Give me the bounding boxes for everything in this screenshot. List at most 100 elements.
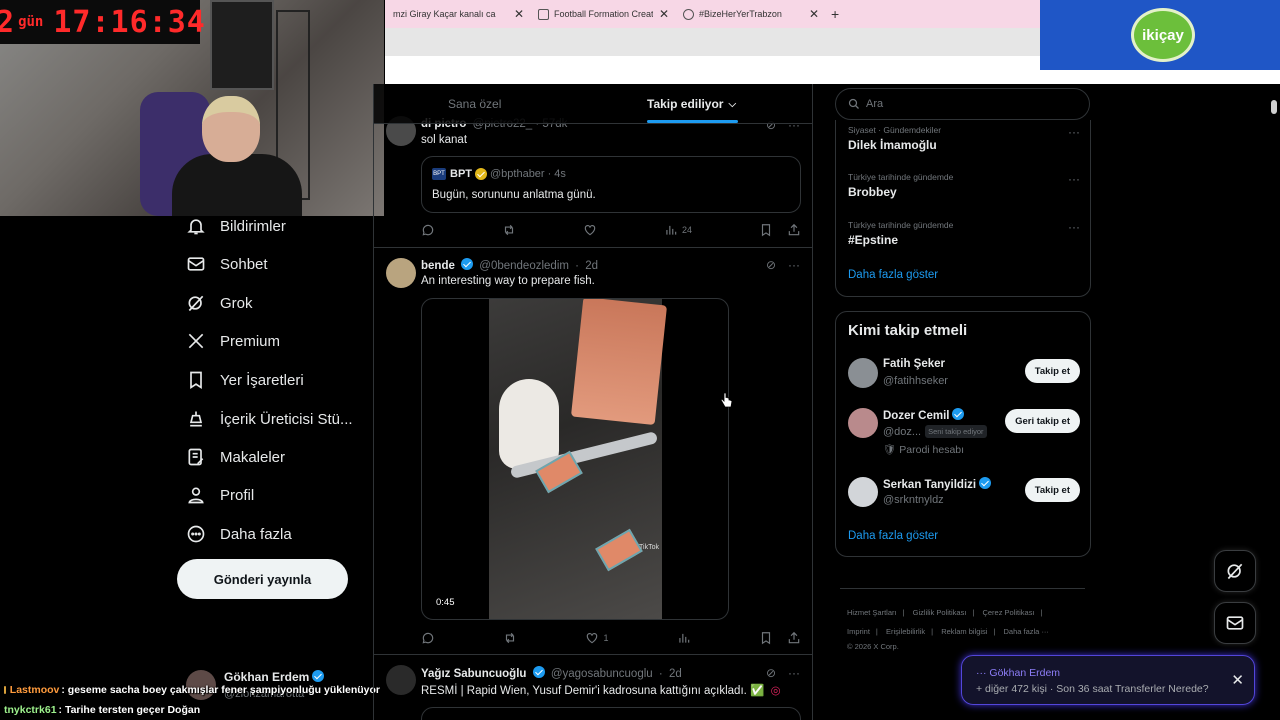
reply-button[interactable]: [421, 630, 435, 646]
more-icon[interactable]: ···: [1068, 172, 1080, 186]
nav-item-premium[interactable]: Premium: [186, 326, 280, 356]
share-button[interactable]: [787, 630, 801, 646]
divider: [840, 588, 1085, 589]
tweet[interactable]: Yağız Sabuncuoğlu @yagosabuncuoglu · 2d …: [374, 655, 812, 720]
tweet-author[interactable]: bende: [421, 260, 455, 272]
scrollbar[interactable]: [1270, 100, 1278, 720]
scrollbar-thumb[interactable]: [1271, 100, 1277, 114]
hand-cursor-icon: [720, 392, 732, 408]
nav-item-notifications[interactable]: Bildirimler: [186, 211, 286, 241]
person-icon: [186, 485, 206, 505]
close-icon[interactable]: ✕: [809, 7, 819, 21]
show-more-suggestions-link[interactable]: Daha fazla göster: [848, 530, 938, 542]
grok-icon[interactable]: ⊘: [766, 258, 776, 272]
who-to-follow-title: Kimi takip etmeli: [848, 322, 968, 339]
trend-item[interactable]: Türkiye tarihinde gündemde #Epstine ···: [848, 220, 1080, 247]
more-icon[interactable]: ···: [1068, 125, 1080, 139]
views-button[interactable]: 24: [664, 222, 692, 238]
tweet[interactable]: di pietro @pietro22_ · 57dk ⊘ ··· sol ka…: [374, 104, 812, 248]
more-icon[interactable]: ···: [788, 666, 800, 680]
verified-badge-icon: [532, 666, 545, 678]
tweet[interactable]: bende @0bendeozledim · 2d ⊘ ··· An inter…: [374, 248, 812, 655]
browser-tab-3[interactable]: #BizeHerYerTrabzon ✕: [675, 0, 825, 28]
post-button[interactable]: Gönderi yayınla: [177, 559, 348, 599]
like-button[interactable]: 1: [585, 630, 608, 646]
search-input[interactable]: [866, 98, 1066, 110]
footer-link[interactable]: Reklam bilgisi: [941, 627, 987, 636]
new-tab-button[interactable]: +: [831, 6, 839, 22]
trend-item[interactable]: Siyaset · Gündemdekiler Dilek İmamoğlu ·…: [848, 125, 1080, 152]
heart-icon: [587, 633, 598, 644]
nav-item-label: Daha fazla: [220, 525, 292, 543]
retweet-button[interactable]: [502, 222, 516, 238]
tweet-actions: 24: [421, 222, 801, 238]
reply-button[interactable]: [421, 222, 435, 238]
bookmark-button[interactable]: [759, 222, 773, 238]
footer-link[interactable]: Imprint: [847, 627, 870, 636]
footer-link[interactable]: Çerez Politikası: [982, 608, 1034, 617]
footer-link[interactable]: Gizlilik Politikası: [913, 608, 967, 617]
countdown-clock: 2 gün 17:16:34: [0, 0, 205, 44]
tab-following[interactable]: Takip ediliyor ⌵: [647, 84, 736, 124]
mail-icon: [186, 254, 206, 274]
tweet-author[interactable]: Yağız Sabuncuoğlu: [421, 668, 526, 680]
like-count: 1: [603, 633, 609, 643]
tweet-text: sol kanat: [421, 134, 468, 146]
tab-label: Takip ediliyor: [647, 97, 724, 111]
retweet-button[interactable]: [503, 630, 517, 646]
more-icon[interactable]: ···: [1068, 220, 1080, 234]
like-button[interactable]: [583, 222, 597, 238]
suggestion-handle: @srkntnyldz: [883, 494, 944, 506]
streamer: [172, 96, 302, 216]
mask-icon: 🛡: [883, 444, 897, 456]
quoted-tweet[interactable]: [421, 707, 801, 720]
trend-name: #Epstine: [848, 233, 899, 247]
follow-back-button[interactable]: Geri takip et: [1005, 409, 1080, 433]
views-button[interactable]: [677, 630, 691, 646]
timeline: Sana özel Takip ediliyor ⌵ di pietro @pi…: [373, 84, 813, 720]
nav-item-more[interactable]: Daha fazla: [186, 519, 292, 549]
tab-title: mzi Giray Kaçar kanalı ca: [393, 9, 496, 19]
nav-item-articles[interactable]: Makaleler: [186, 442, 285, 472]
follow-button[interactable]: Takip et: [1024, 478, 1080, 502]
follow-suggestion[interactable]: Dozer Cemil @doz... Seni takip ediyor 🛡 P…: [848, 408, 1080, 468]
show-more-trends-link[interactable]: Daha fazla göster: [848, 269, 938, 281]
address-bar[interactable]: [385, 28, 1040, 56]
footer-link[interactable]: Daha fazla ···: [1004, 627, 1049, 636]
close-icon[interactable]: ✕: [659, 7, 669, 21]
messages-floating-button[interactable]: [1214, 602, 1256, 644]
nav-item-profile[interactable]: Profil: [186, 480, 254, 510]
browser-tab-1[interactable]: mzi Giray Kaçar kanalı ca ✕: [385, 0, 530, 28]
footer-link[interactable]: Hizmet Şartları: [847, 608, 897, 617]
video-player[interactable]: TikTok 0:45: [421, 298, 729, 620]
quoted-handle: @bpthaber: [490, 168, 545, 180]
close-icon[interactable]: ✕: [1231, 671, 1244, 689]
tweet-header: Yağız Sabuncuoğlu @yagosabuncuoglu · 2d: [421, 666, 682, 680]
sponsor-banner: ikiçay: [1040, 0, 1280, 70]
retweet-icon: [504, 224, 514, 236]
close-icon[interactable]: ✕: [514, 7, 524, 21]
target-icon: ◎: [770, 685, 781, 697]
nav-item-chat[interactable]: Sohbet: [186, 249, 268, 279]
follow-suggestion[interactable]: Fatih Şeker @fatihhseker Takip et: [848, 358, 1080, 408]
grok-floating-button[interactable]: [1214, 550, 1256, 592]
trend-item[interactable]: Türkiye tarihinde gündemde Brobbey ···: [848, 172, 1080, 199]
bookmark-button[interactable]: [759, 630, 773, 646]
trend-category: Türkiye tarihinde gündemde: [848, 220, 954, 230]
search-box[interactable]: [835, 88, 1090, 120]
browser-tab-2[interactable]: Football Formation Creator: Re ✕: [530, 0, 675, 28]
separator-dot: ·: [547, 168, 552, 180]
follow-suggestion[interactable]: Serkan Tanyildizi @srkntnyldz Takip et: [848, 477, 1080, 527]
more-icon[interactable]: ···: [788, 258, 800, 272]
tweet-actions-right: [759, 222, 801, 238]
nav-item-bookmarks[interactable]: Yer İşaretleri: [186, 365, 304, 395]
grok-icon[interactable]: ⊘: [766, 666, 776, 680]
tab-for-you[interactable]: Sana özel: [448, 84, 501, 124]
nav-item-creator-studio[interactable]: İçerik Üreticisi Stü...: [186, 404, 353, 434]
follow-button[interactable]: Takip et: [1024, 359, 1080, 383]
quoted-tweet[interactable]: BPT BPT @bpthaber · 4s Bugün, sorununu a…: [421, 156, 801, 213]
avatar: [386, 258, 416, 288]
nav-item-grok[interactable]: Grok: [186, 288, 253, 318]
share-button[interactable]: [787, 222, 801, 238]
footer-link[interactable]: Erişilebilirlik: [886, 627, 925, 636]
